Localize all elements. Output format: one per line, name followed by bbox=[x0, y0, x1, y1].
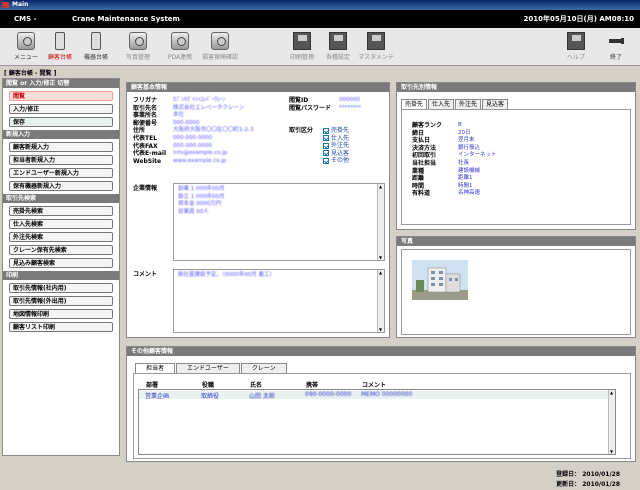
search-receivable-button[interactable]: 売掛先検索 bbox=[9, 206, 113, 216]
other-tab-content: 部署 役職 氏名 携帯 コメント 営業企画 取締役 山田 太郎 090-0000… bbox=[133, 373, 631, 459]
customer-ledger-button[interactable]: 顧客台帳 bbox=[40, 32, 80, 64]
print-internal-button[interactable]: 取引先情報(社内用) bbox=[9, 283, 113, 293]
table-row[interactable]: 営業企画 取締役 山田 太郎 090-0000-0000 MEMO 000000… bbox=[139, 391, 609, 400]
section-search-header: 取引先検索 bbox=[3, 194, 119, 203]
login-labels: 閲覧ID 閲覧パスワード bbox=[289, 97, 332, 112]
partner-tab-content: 顧客ランク 締日 支払日 決済方法 初回取引 当社担当 業種 距離 時間 有料道 B 20日翌… bbox=[401, 109, 631, 225]
print-manage-button[interactable]: 印刷管理 bbox=[282, 32, 322, 64]
phone-icon bbox=[91, 32, 101, 50]
basic-values: ｶﾌﾞｼｷｶﾞｲｼｬｴﾚﾊﾞｰｸﾚｰﾝ 株式会社エレベータクレーン 本社 000-0… bbox=[173, 97, 254, 164]
customer-basic-title: 顧客基本情報 bbox=[127, 83, 389, 92]
photo-manage-button[interactable]: 写真管理 bbox=[118, 32, 158, 64]
floppy-disk-icon bbox=[329, 32, 347, 50]
partner-values: B 20日 翌月末 銀行振込 インターネット 社長 建設機械 距離1 時間1 名神高速 bbox=[458, 122, 497, 197]
phone-icon bbox=[55, 32, 65, 50]
partner-labels: 顧客ランク 締日 支払日 決済方法 初回取引 当社担当 業種 距離 時間 有料道 bbox=[412, 122, 443, 198]
table-header: 部署 役職 氏名 携帯 コメント bbox=[146, 382, 387, 389]
settings-button[interactable]: 各種設定 bbox=[318, 32, 358, 64]
print-map-button[interactable]: 地図情報印刷 bbox=[9, 309, 113, 319]
tab-supplier[interactable]: 仕入先 bbox=[428, 99, 455, 109]
new-enduser-button[interactable]: エンドユーザー新規入力 bbox=[9, 168, 113, 178]
updated-date: 更新日： 2010/01/28 bbox=[556, 481, 620, 488]
edit-mode-button[interactable]: 入力/修正 bbox=[9, 104, 113, 114]
company-info-box[interactable]: 創業 1 000年00月 設立 1 000年00月 資本金 0000万円 従業員 0… bbox=[173, 183, 385, 261]
photo-panel: 写真 bbox=[396, 236, 636, 338]
manager-list-scrollbar[interactable] bbox=[608, 390, 615, 454]
photo-title: 写真 bbox=[397, 237, 635, 246]
view-mode-button[interactable]: 閲覧 bbox=[9, 91, 113, 101]
equipment-ledger-button[interactable]: 機器台帳 bbox=[76, 32, 116, 64]
insurance-check-button[interactable]: 損害保険確認 bbox=[200, 32, 240, 64]
plug-icon bbox=[607, 32, 625, 50]
breadcrumb: [ 顧客台帳 - 閲覧 ] bbox=[4, 70, 57, 77]
section-new-header: 新規入力 bbox=[3, 130, 119, 139]
search-supplier-button[interactable]: 仕入先検索 bbox=[9, 219, 113, 229]
system-name: Crane Maintenance System bbox=[72, 15, 180, 23]
section-print-header: 印刷 bbox=[3, 271, 119, 280]
tab-manager[interactable]: 担当者 bbox=[135, 363, 176, 373]
login-values: 000000 ******** bbox=[339, 97, 361, 111]
trade-type-label: 取引区分 bbox=[289, 127, 314, 134]
tab-prospect[interactable]: 見込客 bbox=[482, 99, 509, 109]
system-abbrev: CMS - bbox=[14, 15, 37, 23]
camera-icon bbox=[17, 32, 35, 50]
tab-crane[interactable]: クレーン bbox=[240, 363, 287, 373]
type-other-checkbox[interactable]: その他 bbox=[323, 157, 349, 165]
exit-button[interactable]: 終了 bbox=[596, 32, 636, 64]
pda-link-button[interactable]: PDA連携 bbox=[160, 32, 200, 64]
new-equipment-button[interactable]: 保有機器新規入力 bbox=[9, 181, 113, 191]
print-external-button[interactable]: 取引先情報(外出用) bbox=[9, 296, 113, 306]
customer-basic-panel: 顧客基本情報 フリガナ 取引先名 事業所名 郵便番号 住所 代表TEL 代表FAX 代表E… bbox=[126, 82, 390, 338]
partner-info-title: 取引先別情報 bbox=[397, 83, 635, 92]
building-photo[interactable] bbox=[412, 260, 468, 300]
save-button[interactable]: 保存 bbox=[9, 117, 113, 127]
comment-box[interactable]: 新社屋建設予定。（0000年00月 着工） bbox=[173, 269, 385, 333]
main-toolbar: メニュー 顧客台帳 機器台帳 写真管理 PDA連携 損害保険確認 印刷管理 各種… bbox=[0, 28, 640, 66]
other-tabs: 担当者 エンドユーザー クレーン bbox=[135, 363, 288, 373]
tab-enduser[interactable]: エンドユーザー bbox=[176, 363, 240, 373]
section-mode-header: 閲覧 or 入力/修正 切替 bbox=[3, 79, 119, 88]
type-receivable-checkbox[interactable]: 売掛先 bbox=[323, 127, 349, 135]
camera-icon bbox=[129, 32, 147, 50]
other-info-title: その他顧客情報 bbox=[127, 347, 635, 356]
search-outsource-button[interactable]: 外注先検索 bbox=[9, 232, 113, 242]
camera-icon bbox=[211, 32, 229, 50]
window-title: Main bbox=[12, 1, 29, 8]
comment-scrollbar[interactable] bbox=[377, 270, 384, 332]
current-datetime: 2010年05月10日(月) AM08:10 bbox=[523, 15, 634, 23]
floppy-disk-icon bbox=[293, 32, 311, 50]
print-customer-list-button[interactable]: 顧客リスト印刷 bbox=[9, 322, 113, 332]
type-outsource-checkbox[interactable]: 外注先 bbox=[323, 142, 349, 150]
manager-list[interactable]: 営業企画 取締役 山田 太郎 090-0000-0000 MEMO 000000… bbox=[138, 389, 616, 455]
new-manager-button[interactable]: 担当者新規入力 bbox=[9, 155, 113, 165]
other-info-panel: その他顧客情報 担当者 エンドユーザー クレーン 部署 役職 氏名 携帯 コメント … bbox=[126, 346, 636, 462]
new-customer-button[interactable]: 顧客新規入力 bbox=[9, 142, 113, 152]
tab-receivable[interactable]: 売掛先 bbox=[401, 99, 428, 109]
photo-frame bbox=[401, 249, 631, 335]
company-info-label: 企業情報 bbox=[133, 185, 158, 192]
app-header: CMS - Crane Maintenance System 2010年05月1… bbox=[0, 10, 640, 28]
floppy-disk-icon bbox=[567, 32, 585, 50]
floppy-disk-icon bbox=[367, 32, 385, 50]
window-titlebar: Main bbox=[0, 0, 640, 10]
partner-info-panel: 取引先別情報 売掛先 仕入先 外注先 見込客 顧客ランク 締日 支払日 決済方法 初回取引当… bbox=[396, 82, 636, 230]
comment-label: コメント bbox=[133, 271, 158, 278]
app-icon bbox=[2, 2, 9, 8]
trade-type-checkboxes: 売掛先 仕入先 外注先 見込客 その他 bbox=[323, 127, 349, 165]
left-sidebar: 閲覧 or 入力/修正 切替 閲覧 入力/修正 保存 新規入力 顧客新規入力 担… bbox=[2, 78, 120, 456]
partner-tabs: 売掛先 仕入先 外注先 見込客 bbox=[401, 99, 509, 109]
camera-icon bbox=[171, 32, 189, 50]
tab-outsource[interactable]: 外注先 bbox=[455, 99, 482, 109]
help-button[interactable]: ヘルプ bbox=[556, 32, 596, 64]
basic-labels: フリガナ 取引先名 事業所名 郵便番号 住所 代表TEL 代表FAX 代表E-mail We… bbox=[133, 97, 167, 165]
company-info-scrollbar[interactable] bbox=[377, 184, 384, 260]
registered-date: 登録日： 2010/01/28 bbox=[556, 471, 620, 478]
search-prospect-button[interactable]: 見込み顧客検索 bbox=[9, 258, 113, 268]
search-crane-owner-button[interactable]: クレーン保有先検索 bbox=[9, 245, 113, 255]
master-maintenance-button[interactable]: マスタメンテ bbox=[356, 32, 396, 64]
